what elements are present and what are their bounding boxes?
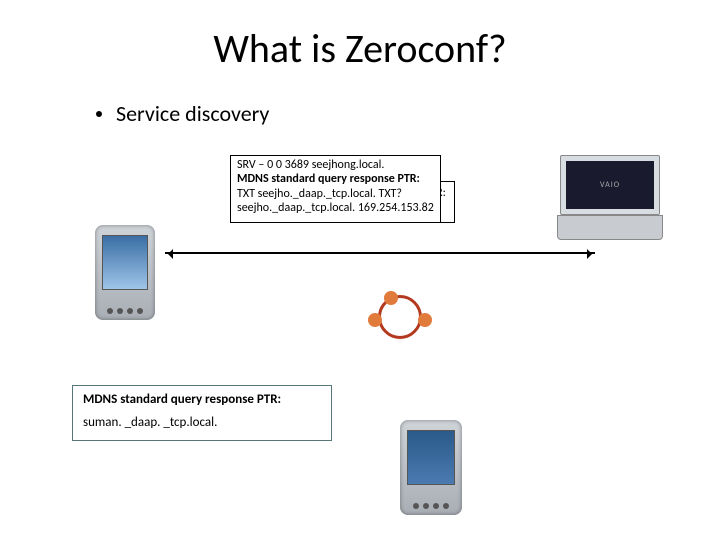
callout-body: suman. _daap. _tcp.local. xyxy=(83,415,321,430)
laptop-lid: VAIO xyxy=(560,155,660,215)
bullet-text: Service discovery xyxy=(116,100,269,127)
pda-screen xyxy=(407,430,455,485)
double-arrow-icon xyxy=(165,252,595,254)
msg-line: seejho._daap._tcp.local. 169.254.153.82 xyxy=(237,201,434,215)
message-stack: MDNS standard query response PTR: _daap.… xyxy=(230,155,560,250)
pda-screen xyxy=(102,235,148,290)
router-icon xyxy=(370,295,430,340)
laptop-base xyxy=(557,215,663,240)
msg-line: TXT seejho._daap._tcp.local. TXT? xyxy=(237,187,434,201)
msg-line: MDNS standard query response PTR: xyxy=(237,172,434,186)
message-box-front: SRV – 0 0 3689 seejhong.local. MDNS stan… xyxy=(230,155,441,223)
bullet-dot-icon xyxy=(96,111,102,117)
page-title: What is Zeroconf? xyxy=(0,24,720,73)
callout-heading: MDNS standard query response PTR: xyxy=(83,392,321,407)
laptop-screen: VAIO xyxy=(566,161,654,209)
device-pda-left xyxy=(95,225,155,320)
bullet-service-discovery: Service discovery xyxy=(96,100,269,127)
callout-response: MDNS standard query response PTR: suman.… xyxy=(72,385,332,441)
device-pda-bottom xyxy=(400,420,462,515)
pda-buttons xyxy=(95,308,155,314)
msg-line: SRV – 0 0 3689 seejhong.local. xyxy=(237,158,434,172)
device-laptop: VAIO xyxy=(560,155,660,240)
pda-buttons xyxy=(400,503,462,509)
